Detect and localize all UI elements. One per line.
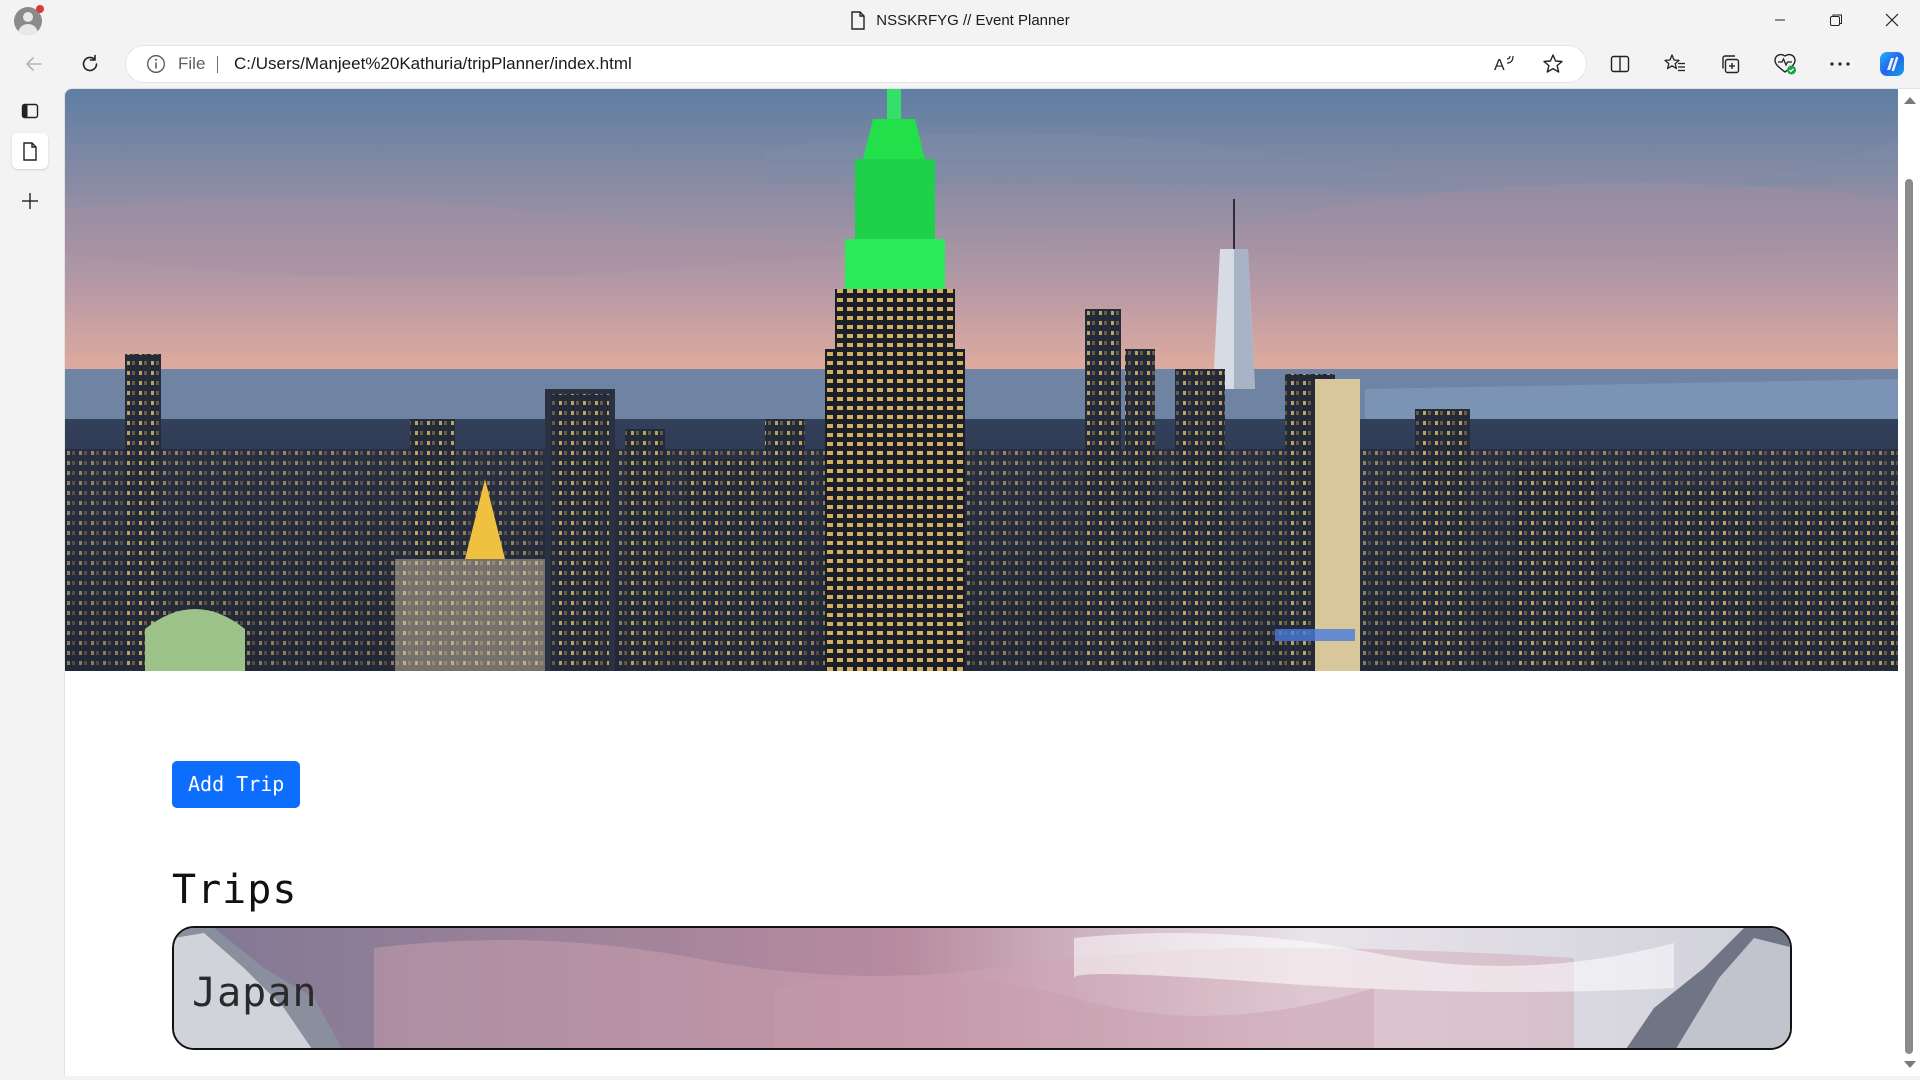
window-title: NSSKRFYG // Event Planner: [876, 11, 1070, 29]
restore-icon: [1830, 14, 1842, 26]
title-bar: NSSKRFYG // Event Planner: [0, 0, 1920, 40]
scroll-down-arrow-icon[interactable]: [1904, 1061, 1916, 1068]
collections-button[interactable]: [1714, 48, 1746, 80]
info-icon[interactable]: [146, 54, 166, 74]
trips-heading: Trips: [172, 867, 298, 913]
refresh-button[interactable]: [74, 48, 106, 80]
trip-name: Japan: [192, 970, 318, 1016]
favorite-star-icon: [1543, 54, 1563, 73]
tab-page[interactable]: [12, 133, 48, 169]
hero-city-skyline-image: [65, 89, 1899, 671]
address-scheme: File: [178, 54, 206, 73]
favorite-star-button[interactable]: [1537, 48, 1569, 80]
back-button[interactable]: [18, 48, 50, 80]
split-screen-icon: [1610, 55, 1630, 73]
back-arrow-icon: [26, 57, 42, 71]
read-aloud-button[interactable]: A: [1488, 48, 1520, 80]
address-bar[interactable]: File C:/Users/Manjeet%20Kathuria/tripPla…: [126, 46, 1586, 82]
page-scrollbar[interactable]: [1898, 89, 1920, 1076]
scrollbar-thumb[interactable]: [1905, 179, 1913, 1054]
read-aloud-icon: A: [1494, 55, 1514, 74]
browser-essentials-icon: [1774, 53, 1796, 75]
favorites-icon: [1664, 54, 1685, 72]
new-tab-button[interactable]: [12, 183, 48, 219]
split-screen-button[interactable]: [1604, 48, 1636, 80]
tab-page-icon: [23, 141, 37, 161]
browser-essentials-button[interactable]: [1769, 48, 1801, 80]
scroll-up-arrow-icon[interactable]: [1904, 97, 1916, 104]
minimize-button[interactable]: [1752, 0, 1808, 40]
svg-text:A: A: [1494, 57, 1505, 74]
trip-card-mountain-image: [174, 928, 1790, 1048]
refresh-icon: [82, 54, 98, 72]
add-trip-button[interactable]: Add Trip: [172, 761, 301, 808]
minimize-icon: [1775, 19, 1785, 21]
copilot-button[interactable]: [1876, 48, 1908, 80]
address-url[interactable]: C:/Users/Manjeet%20Kathuria/tripPlanner/…: [234, 46, 632, 82]
browser-toolbar: File C:/Users/Manjeet%20Kathuria/tripPla…: [0, 40, 1920, 88]
window-title-area: NSSKRFYG // Event Planner: [0, 0, 1920, 40]
close-button[interactable]: [1864, 0, 1920, 40]
tab-actions-icon: [21, 103, 39, 119]
new-tab-icon: [22, 193, 38, 209]
restore-button[interactable]: [1808, 0, 1864, 40]
close-icon: [1885, 13, 1899, 27]
copilot-icon: [1880, 52, 1904, 76]
address-separator: [217, 56, 218, 73]
collections-icon: [1722, 55, 1740, 74]
page-viewport: Add Trip Trips Japan: [64, 88, 1920, 1076]
vertical-tab-strip: [0, 88, 64, 1080]
more-button[interactable]: [1824, 48, 1856, 80]
more-icon: [1830, 62, 1850, 66]
favorites-button[interactable]: [1659, 48, 1691, 80]
tab-actions-button[interactable]: [12, 93, 48, 129]
document-icon: [851, 10, 865, 30]
trip-card[interactable]: Japan: [172, 926, 1792, 1050]
